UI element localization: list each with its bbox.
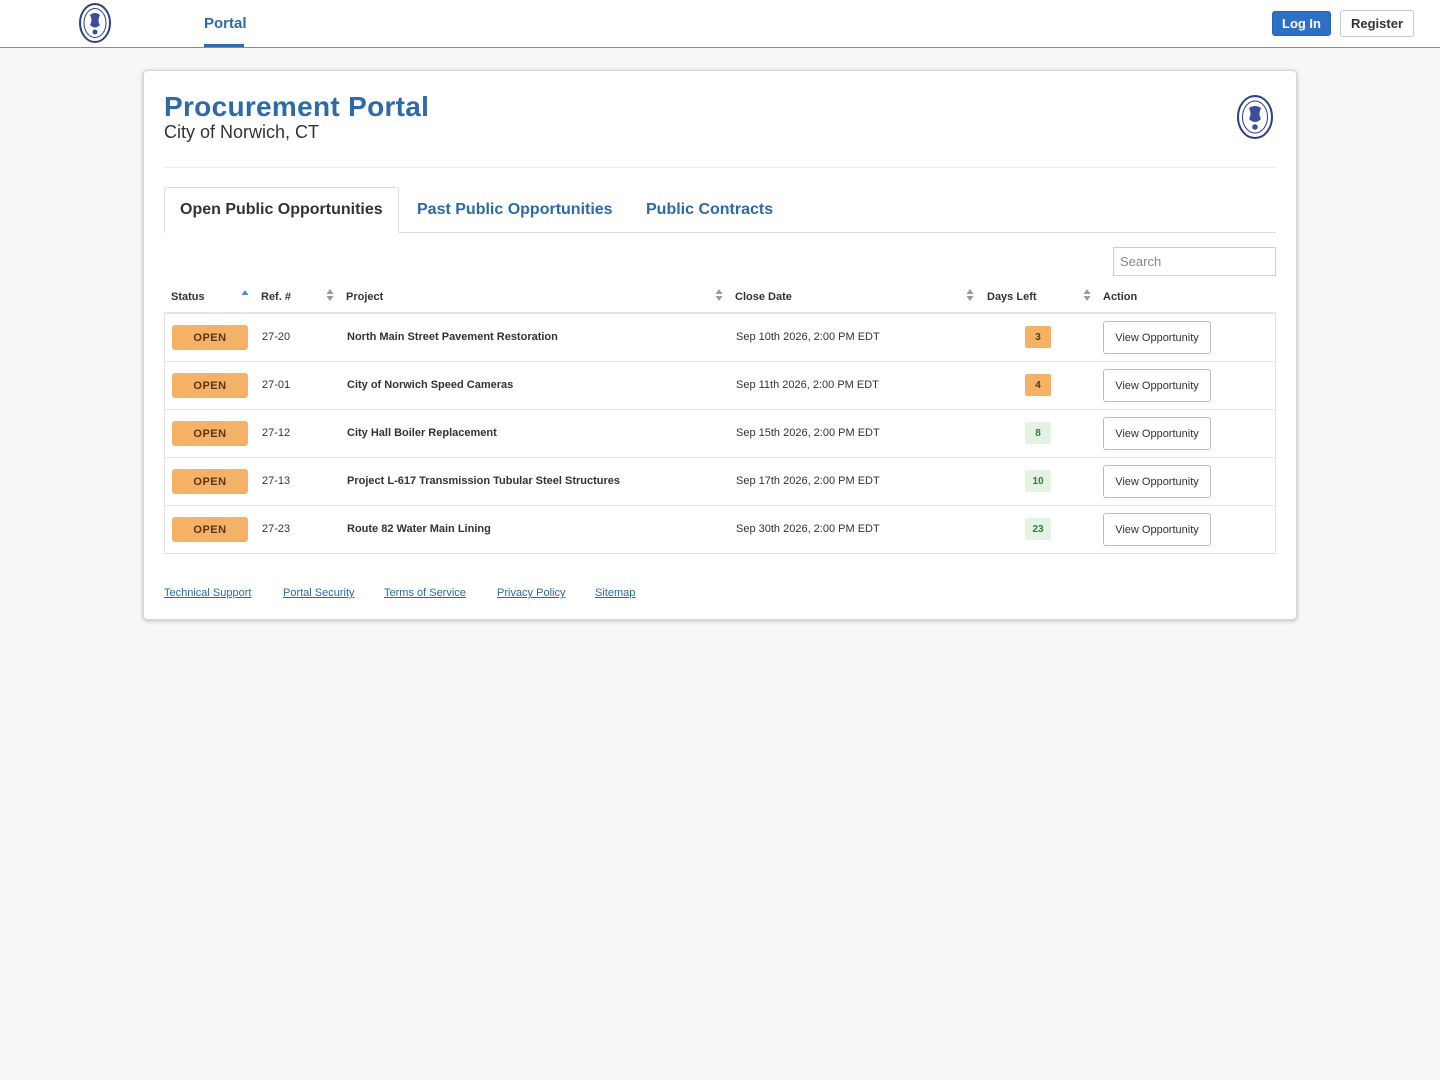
column-header-close-date[interactable]: Close Date — [735, 291, 792, 303]
tab-bar: Open Public Opportunities Past Public Op… — [164, 187, 1276, 233]
sort-icon[interactable] — [966, 288, 974, 302]
table-body: OPEN 27-20 North Main Street Pavement Re… — [164, 314, 1276, 554]
login-button[interactable]: Log In — [1272, 11, 1331, 36]
project-name: Route 82 Water Main Lining — [347, 523, 491, 535]
days-left-badge: 23 — [1025, 518, 1051, 540]
view-opportunity-button[interactable]: View Opportunity — [1103, 369, 1211, 402]
search-input[interactable] — [1113, 247, 1276, 276]
days-left-badge: 8 — [1025, 422, 1051, 444]
register-button[interactable]: Register — [1340, 10, 1414, 37]
column-header-ref[interactable]: Ref. # — [261, 291, 291, 303]
close-date: Sep 11th 2026, 2:00 PM EDT — [736, 379, 879, 391]
footer-link-sitemap[interactable]: Sitemap — [595, 587, 635, 599]
status-badge: OPEN — [172, 325, 248, 350]
main-card: Procurement Portal City of Norwich, CT O… — [143, 70, 1297, 620]
top-navbar: Portal Log In Register — [0, 0, 1440, 48]
view-opportunity-button[interactable]: View Opportunity — [1103, 417, 1211, 450]
view-opportunity-button[interactable]: View Opportunity — [1103, 465, 1211, 498]
view-opportunity-button[interactable]: View Opportunity — [1103, 513, 1211, 546]
ref-number: 27-12 — [262, 427, 291, 439]
project-name: City Hall Boiler Replacement — [347, 427, 497, 439]
footer-link-portal-security[interactable]: Portal Security — [283, 587, 355, 599]
table-row: OPEN 27-23 Route 82 Water Main Lining Se… — [165, 505, 1275, 553]
days-left-badge: 4 — [1025, 374, 1051, 396]
city-seal-icon[interactable] — [78, 1, 112, 45]
ref-number: 27-01 — [262, 379, 291, 391]
opportunities-table: Status Ref. # Project Close Date Days Le… — [164, 282, 1276, 554]
tab-public-contracts[interactable]: Public Contracts — [646, 187, 773, 232]
ref-number: 27-13 — [262, 475, 291, 487]
ref-number: 27-23 — [262, 523, 291, 535]
sort-icon[interactable] — [1083, 288, 1091, 302]
view-opportunity-button[interactable]: View Opportunity — [1103, 321, 1211, 354]
column-header-project[interactable]: Project — [346, 291, 383, 303]
nav-active-indicator — [204, 44, 244, 47]
footer-link-terms-of-service[interactable]: Terms of Service — [384, 587, 466, 599]
sort-icon[interactable] — [715, 288, 723, 302]
project-name: City of Norwich Speed Cameras — [347, 379, 514, 391]
days-left-badge: 10 — [1025, 470, 1051, 492]
project-name: Project L-617 Transmission Tubular Steel… — [347, 475, 621, 487]
ref-number: 27-20 — [262, 331, 291, 343]
close-date: Sep 17th 2026, 2:00 PM EDT — [736, 475, 880, 487]
status-badge: OPEN — [172, 517, 248, 542]
close-date: Sep 15th 2026, 2:00 PM EDT — [736, 427, 880, 439]
city-seal-icon — [1237, 95, 1273, 139]
table-header: Status Ref. # Project Close Date Days Le… — [164, 282, 1276, 314]
header-divider — [164, 167, 1276, 168]
status-badge: OPEN — [172, 373, 248, 398]
table-row: OPEN 27-20 North Main Street Pavement Re… — [165, 314, 1275, 361]
page-title: Procurement Portal — [164, 91, 430, 122]
close-date: Sep 10th 2026, 2:00 PM EDT — [736, 331, 880, 343]
table-row: OPEN 27-01 City of Norwich Speed Cameras… — [165, 361, 1275, 409]
column-header-action: Action — [1103, 291, 1138, 303]
status-badge: OPEN — [172, 421, 248, 446]
sort-icon[interactable] — [326, 288, 334, 302]
nav-portal-link[interactable]: Portal — [204, 15, 247, 32]
footer-link-privacy-policy[interactable]: Privacy Policy — [497, 587, 565, 599]
sort-asc-icon[interactable] — [241, 288, 249, 302]
page-subtitle: City of Norwich, CT — [164, 122, 320, 142]
project-name: North Main Street Pavement Restoration — [347, 331, 558, 343]
tab-past-opportunities[interactable]: Past Public Opportunities — [417, 187, 613, 232]
table-row: OPEN 27-12 City Hall Boiler Replacement … — [165, 409, 1275, 457]
tab-open-opportunities[interactable]: Open Public Opportunities — [164, 187, 399, 233]
close-date: Sep 30th 2026, 2:00 PM EDT — [736, 523, 880, 535]
table-row: OPEN 27-13 Project L-617 Transmission Tu… — [165, 457, 1275, 505]
column-header-days-left[interactable]: Days Left — [987, 291, 1037, 303]
footer-link-technical-support[interactable]: Technical Support — [164, 587, 251, 599]
column-header-status[interactable]: Status — [171, 291, 205, 303]
status-badge: OPEN — [172, 469, 248, 494]
days-left-badge: 3 — [1025, 326, 1051, 348]
